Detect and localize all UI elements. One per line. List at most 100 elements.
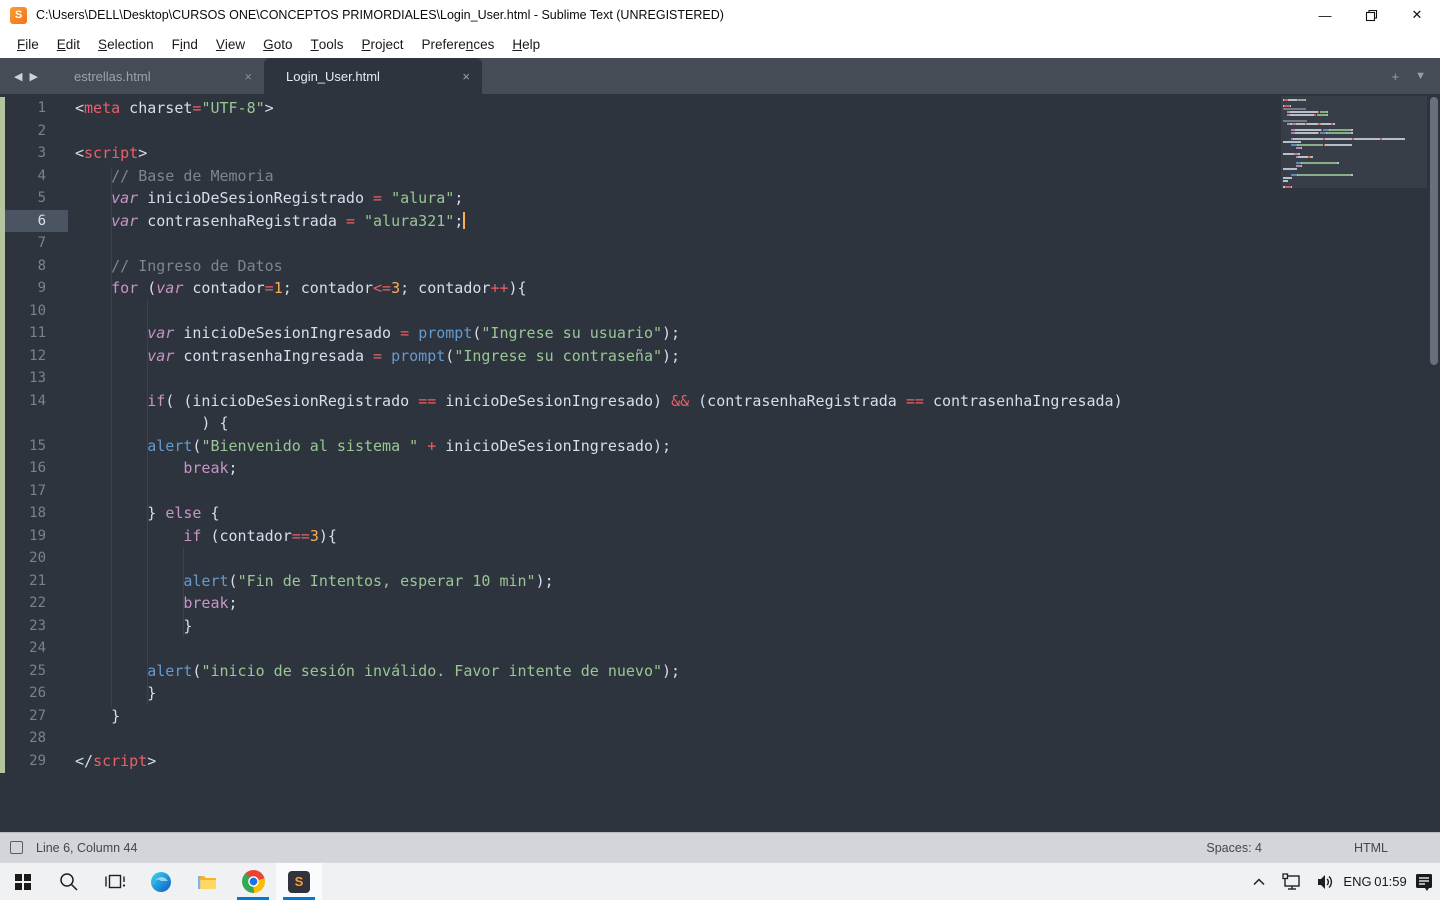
start-button[interactable]: [0, 863, 46, 900]
code-line[interactable]: 22 break;: [0, 592, 1440, 615]
code-line[interactable]: 12 var contrasenhaIngresada = prompt("In…: [0, 345, 1440, 368]
tab-overflow-button[interactable]: ▼: [1415, 70, 1426, 82]
line-number[interactable]: 6: [0, 209, 68, 232]
code-line[interactable]: ) {: [0, 412, 1440, 435]
code-line[interactable]: 19 if (contador==3){: [0, 525, 1440, 548]
new-tab-button[interactable]: +: [1392, 69, 1400, 84]
line-number[interactable]: 16: [0, 457, 68, 480]
menu-find[interactable]: Fi nd: [163, 30, 207, 58]
code-line[interactable]: 6 var contrasenhaRegistrada = "alura321"…: [0, 209, 1440, 232]
line-number[interactable]: 20: [0, 547, 68, 570]
line-number[interactable]: 2: [0, 120, 68, 143]
code-line[interactable]: 8 // Ingreso de Datos: [0, 255, 1440, 278]
line-number[interactable]: 13: [0, 367, 68, 390]
close-button[interactable]: ✕: [1394, 0, 1440, 30]
code-line[interactable]: 25 alert("inicio de sesión inválido. Fav…: [0, 660, 1440, 683]
line-number[interactable]: 10: [0, 300, 68, 323]
line-number[interactable]: 29: [0, 750, 68, 773]
tab-estrellas[interactable]: estrellas.html ×: [52, 58, 264, 94]
code-line[interactable]: 18 } else {: [0, 502, 1440, 525]
line-number[interactable]: 23: [0, 615, 68, 638]
task-view-button[interactable]: [92, 863, 138, 900]
line-number[interactable]: 27: [0, 705, 68, 728]
menu-goto[interactable]: Goto: [254, 30, 301, 58]
next-tab-button[interactable]: ▶: [30, 70, 38, 83]
sublime-taskbar-button[interactable]: S: [276, 863, 322, 900]
code-line[interactable]: 7: [0, 232, 1440, 255]
code-line[interactable]: 17: [0, 480, 1440, 503]
volume-button[interactable]: [1308, 870, 1341, 894]
line-number[interactable]: 26: [0, 682, 68, 705]
code-line[interactable]: 9 for (var contador=1; contador<=3; cont…: [0, 277, 1440, 300]
code-line[interactable]: 4 // Base de Memoria: [0, 165, 1440, 188]
code-area[interactable]: 1 <meta charset="UTF-8"> 2 3 <script> 4 // Ba…: [0, 97, 1440, 772]
tab-login-user[interactable]: Login_User.html ×: [264, 58, 482, 94]
menu-project[interactable]: Project: [352, 30, 412, 58]
code-line[interactable]: 20: [0, 547, 1440, 570]
code-line[interactable]: 26 }: [0, 682, 1440, 705]
code-line[interactable]: 23 }: [0, 615, 1440, 638]
chrome-button[interactable]: [230, 863, 276, 900]
line-number[interactable]: 24: [0, 637, 68, 660]
edge-button[interactable]: [138, 863, 184, 900]
line-number[interactable]: 19: [0, 525, 68, 548]
tab-close-icon[interactable]: ×: [462, 69, 470, 84]
menu-preferences[interactable]: Prefere n ces: [413, 30, 504, 58]
menu-file[interactable]: File: [8, 30, 48, 58]
code-line[interactable]: 14 if( (inicioDeSesionRegistrado == inic…: [0, 390, 1440, 413]
indent-setting[interactable]: Spaces: 4: [1206, 841, 1262, 855]
minimap[interactable]: [1281, 96, 1427, 192]
prev-tab-button[interactable]: ◀: [14, 70, 22, 83]
minimap-viewport[interactable]: [1281, 96, 1427, 188]
tray-expand-button[interactable]: [1242, 872, 1275, 892]
action-center-button[interactable]: [1407, 870, 1440, 894]
line-number[interactable]: 14: [0, 390, 68, 413]
status-panel-icon[interactable]: [10, 841, 23, 854]
restore-button[interactable]: [1348, 0, 1394, 30]
code-line[interactable]: 28: [0, 727, 1440, 750]
code-line[interactable]: 11 var inicioDeSesionIngresado = prompt(…: [0, 322, 1440, 345]
code-line[interactable]: 27 }: [0, 705, 1440, 728]
code-line[interactable]: 13: [0, 367, 1440, 390]
line-number[interactable]: 15: [0, 435, 68, 458]
line-number[interactable]: 5: [0, 187, 68, 210]
code-line[interactable]: 2: [0, 120, 1440, 143]
line-number[interactable]: 9: [0, 277, 68, 300]
line-number[interactable]: 25: [0, 660, 68, 683]
line-number[interactable]: 11: [0, 322, 68, 345]
language-indicator[interactable]: ENG: [1341, 874, 1374, 889]
line-number[interactable]: 4: [0, 165, 68, 188]
line-number[interactable]: 28: [0, 727, 68, 750]
code-line[interactable]: 5 var inicioDeSesionRegistrado = "alura"…: [0, 187, 1440, 210]
menu-selection[interactable]: Selection: [89, 30, 163, 58]
vertical-scrollbar[interactable]: [1430, 97, 1438, 365]
code-line[interactable]: 29 </script>: [0, 750, 1440, 773]
code-line[interactable]: 24: [0, 637, 1440, 660]
code-line[interactable]: 1 <meta charset="UTF-8">: [0, 97, 1440, 120]
file-explorer-button[interactable]: [184, 863, 230, 900]
syntax-mode[interactable]: HTML: [1354, 841, 1388, 855]
line-number[interactable]: 7: [0, 232, 68, 255]
line-number[interactable]: 8: [0, 255, 68, 278]
network-button[interactable]: [1275, 870, 1308, 894]
code-line[interactable]: 10: [0, 300, 1440, 323]
code-line[interactable]: 16 break;: [0, 457, 1440, 480]
code-line[interactable]: 3 <script>: [0, 142, 1440, 165]
line-number[interactable]: [0, 412, 68, 435]
line-number[interactable]: 22: [0, 592, 68, 615]
line-number[interactable]: 21: [0, 570, 68, 593]
search-button[interactable]: [46, 863, 92, 900]
menu-help[interactable]: Help: [503, 30, 549, 58]
menu-edit[interactable]: Edit: [48, 30, 89, 58]
line-number[interactable]: 1: [0, 97, 68, 120]
editor-pane[interactable]: 1 <meta charset="UTF-8"> 2 3 <script> 4 // Ba…: [0, 94, 1440, 832]
code-line[interactable]: 21 alert("Fin de Intentos, esperar 10 mi…: [0, 570, 1440, 593]
minimize-button[interactable]: —: [1302, 0, 1348, 30]
line-number[interactable]: 17: [0, 480, 68, 503]
menu-view[interactable]: View: [207, 30, 254, 58]
line-number[interactable]: 12: [0, 345, 68, 368]
code-line[interactable]: 15 alert("Bienvenido al sistema " + inic…: [0, 435, 1440, 458]
cursor-position[interactable]: Line 6, Column 44: [36, 841, 137, 855]
line-number[interactable]: 3: [0, 142, 68, 165]
tab-close-icon[interactable]: ×: [244, 69, 252, 84]
